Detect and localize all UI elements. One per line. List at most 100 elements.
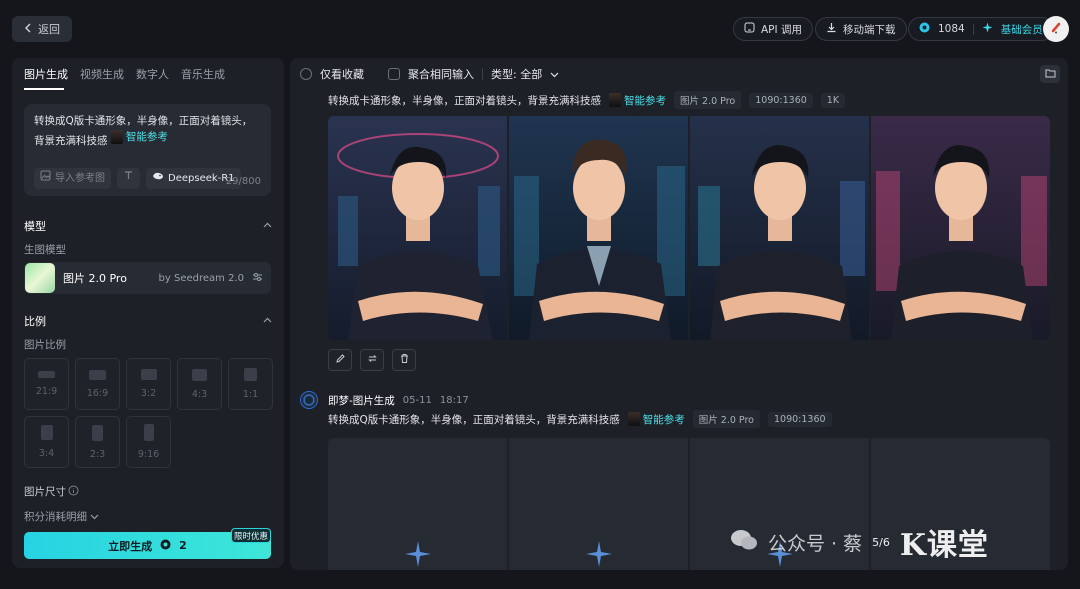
chevron-down-icon[interactable] xyxy=(90,510,99,523)
ratio-option-16-9[interactable]: 16:9 xyxy=(75,358,120,410)
import-reference-button[interactable]: 导入参考图 xyxy=(34,168,111,189)
wechat-icon xyxy=(730,528,758,557)
ratio-label: 3:4 xyxy=(38,448,55,459)
chevron-down-icon[interactable] xyxy=(550,68,559,81)
ratio-shape-icon xyxy=(143,424,154,441)
prompt-tools: 导入参考图 Deepseek-R1 xyxy=(34,168,241,189)
item1-prompt: 转换成卡通形象，半身像，正面对着镜头，背景充满科技感 xyxy=(328,94,601,107)
cartoon-portrait-illustration xyxy=(690,116,869,340)
ratio-label: 4:3 xyxy=(191,388,208,400)
text-tool-button[interactable] xyxy=(117,168,140,189)
ratio-section-title: 比例 xyxy=(24,315,46,328)
model-thumbnail xyxy=(25,263,55,293)
regenerate-button[interactable] xyxy=(360,349,384,371)
item2-time: 18:17 xyxy=(439,394,469,406)
prompt-input[interactable]: 转换成Q版卡通形象，半身像，正面对着镜头，背景充满科技感 智能参考 导入参考图 xyxy=(24,104,271,196)
generated-image-2[interactable] xyxy=(509,116,688,340)
smart-reference-chip[interactable]: 智能参考 xyxy=(609,93,666,108)
deepseek-whale-icon xyxy=(152,171,164,187)
credit-icon xyxy=(919,22,930,36)
smart-reference-chip[interactable]: 智能参考 xyxy=(110,129,168,145)
avatar-logo-icon xyxy=(1047,19,1065,40)
api-label: API 调用 xyxy=(761,23,802,36)
cartoon-portrait-illustration xyxy=(509,116,688,340)
item2-title: 即梦-图片生成 xyxy=(328,394,395,407)
smart-reference-chip[interactable]: 智能参考 xyxy=(627,412,685,427)
tab-video-generation[interactable]: 视频生成 xyxy=(80,66,124,82)
repeat-icon xyxy=(367,353,378,367)
ratio-shape-icon xyxy=(192,368,207,381)
results-panel: 仅看收藏 聚合相同输入 类型: 全部 转换成卡通形象，半身像，正面对着镜头，背景… xyxy=(290,58,1068,570)
ratio-label: 2:3 xyxy=(89,448,106,460)
generation-tabs: 图片生成 视频生成 数字人 音乐生成 xyxy=(24,66,225,82)
tab-image-generation[interactable]: 图片生成 xyxy=(24,66,68,82)
tab-music-generation[interactable]: 音乐生成 xyxy=(181,66,225,82)
ratio-option-3-4[interactable]: 3:4 xyxy=(24,416,69,468)
settings-sliders-icon[interactable] xyxy=(252,272,263,285)
chevron-up-icon[interactable] xyxy=(263,313,272,326)
avatar[interactable] xyxy=(1043,16,1069,42)
active-tab-indicator xyxy=(24,88,64,90)
chevron-up-icon[interactable] xyxy=(263,218,272,231)
pill-divider xyxy=(972,23,974,35)
merge-inputs-checkbox[interactable] xyxy=(388,68,400,80)
generated-image-1[interactable] xyxy=(328,116,507,340)
favorites-only-label: 仅看收藏 xyxy=(320,68,364,81)
generated-image-4[interactable] xyxy=(871,116,1050,340)
back-button[interactable]: 返回 xyxy=(12,16,72,42)
model-name: 图片 2.0 Pro xyxy=(63,272,127,285)
watermark-progress: 5/6 xyxy=(872,535,890,549)
folder-icon xyxy=(1045,68,1056,81)
ratio-shape-icon xyxy=(89,369,106,380)
watermark-text: 公众号 · 蔡 xyxy=(768,532,863,555)
item2-date: 05-11 xyxy=(402,394,432,406)
ratio-option-9-16[interactable]: 9:16 xyxy=(126,416,171,468)
model-selector[interactable]: 图片 2.0 Pro by Seedream 2.0 xyxy=(24,262,271,294)
left-panel: 图片生成 视频生成 数字人 音乐生成 转换成Q版卡通形象，半身像，正面对着镜头，… xyxy=(12,58,284,568)
reference-thumbnail xyxy=(609,93,621,107)
type-filter-dropdown[interactable]: 类型: 全部 xyxy=(491,66,542,82)
image-model-label: 生图模型 xyxy=(24,244,66,256)
delete-button[interactable] xyxy=(392,349,416,371)
membership-pill[interactable]: 1084 基础会员 xyxy=(908,17,1054,41)
ratio-label: 1:1 xyxy=(242,389,259,400)
model-tag: 图片 2.0 Pro xyxy=(674,91,742,109)
mobile-download-label: 移动端下载 xyxy=(843,23,896,36)
info-icon[interactable] xyxy=(68,485,79,499)
ratio-label: 9:16 xyxy=(137,449,160,460)
ratio-option-1-1[interactable]: 1:1 xyxy=(228,358,273,410)
favorites-only-checkbox[interactable] xyxy=(300,68,312,80)
filter-divider xyxy=(482,68,483,80)
back-label: 返回 xyxy=(38,23,60,36)
edit-button[interactable] xyxy=(328,349,352,371)
smart-reference-label: 智能参考 xyxy=(642,413,685,426)
mobile-download-button[interactable]: 移动端下载 xyxy=(815,17,907,41)
ratio-option-2-3[interactable]: 2:3 xyxy=(75,416,120,468)
ratio-option-3-2[interactable]: 3:2 xyxy=(126,358,171,410)
cost-icon xyxy=(160,539,171,553)
ratio-option-4-3[interactable]: 4:3 xyxy=(177,358,222,410)
size-tag: 1090:1360 xyxy=(768,411,832,427)
pencil-icon xyxy=(335,353,346,367)
folder-button[interactable] xyxy=(1040,65,1060,83)
download-icon xyxy=(826,22,837,36)
ratio-shape-icon xyxy=(40,425,53,440)
model-section-title: 模型 xyxy=(24,220,46,233)
tab-digital-human[interactable]: 数字人 xyxy=(136,66,169,82)
ratio-label: 21:9 xyxy=(35,386,58,397)
model-provider: by Seedream 2.0 xyxy=(158,272,244,284)
api-button[interactable]: API 调用 xyxy=(733,17,813,41)
smart-reference-label: 智能参考 xyxy=(624,94,666,107)
generated-image-3[interactable] xyxy=(690,116,869,340)
loading-placeholder xyxy=(328,438,507,570)
ratio-shape-icon xyxy=(38,371,55,378)
ratio-option-21-9[interactable]: 21:9 xyxy=(24,358,69,410)
smart-reference-label: 智能参考 xyxy=(125,131,168,143)
generated-images xyxy=(328,116,1050,340)
credit-count: 1084 xyxy=(938,23,965,35)
item1-meta: 转换成卡通形象，半身像，正面对着镜头，背景充满科技感 智能参考 图片 2.0 P… xyxy=(328,91,846,109)
reference-thumbnail xyxy=(110,130,123,144)
merge-inputs-label: 聚合相同输入 xyxy=(408,68,474,81)
points-detail-link[interactable]: 积分消耗明细 xyxy=(24,509,87,524)
watermark-logo: K课堂 xyxy=(899,528,989,563)
